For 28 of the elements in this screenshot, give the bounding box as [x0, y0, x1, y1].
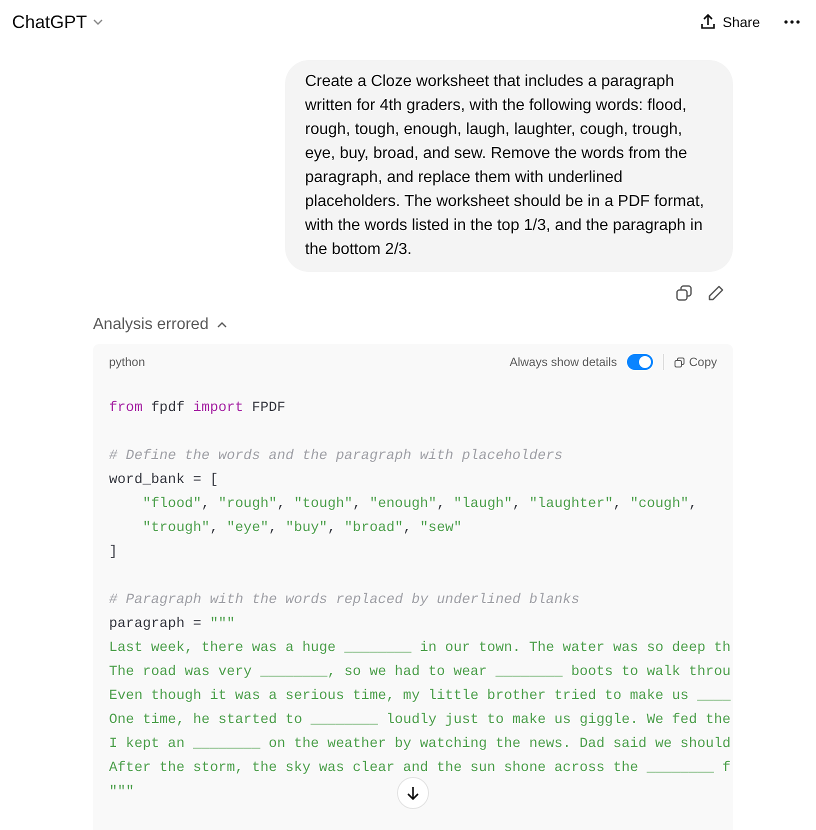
code-line: The road was very ________, so we had to wear ________ boots to walk throu	[109, 663, 731, 682]
pencil-icon[interactable]	[707, 284, 725, 302]
language-label: python	[109, 355, 146, 369]
copy-icon[interactable]	[675, 284, 693, 302]
analysis-toggle[interactable]: Analysis errored	[93, 316, 229, 334]
code-line: "trough", "eye", "buy", "broad", "sew"	[142, 519, 462, 538]
code-line: # Paragraph with the words replaced by underlined blanks	[109, 591, 580, 610]
code-line: from fpdf import FPDF	[109, 399, 286, 418]
arrow-down-icon	[405, 785, 421, 801]
toggle-label: Always show details	[510, 355, 617, 369]
code-line: I kept an ________ on the weather by watching the news. Dad said we should	[109, 735, 731, 754]
code-line: Last week, there was a huge ________ in our town. The water was so deep th	[109, 639, 731, 658]
code-line: """	[109, 783, 134, 802]
code-line: Even though it was a serious time, my little brother tried to make us ____	[109, 687, 731, 706]
code-line: ]	[109, 543, 118, 562]
share-button[interactable]: Share	[692, 7, 766, 37]
code-line: After the storm, the sky was clear and the sun shone across the ________ f	[109, 759, 731, 778]
code-line: One time, he started to ________ loudly just to make us giggle. We fed the	[109, 711, 731, 730]
copy-button[interactable]: Copy	[674, 355, 717, 369]
details-switch[interactable]	[626, 354, 653, 370]
code-line: # Define the words and the paragraph with placeholders	[109, 447, 563, 466]
user-message: Create a Cloze worksheet that includes a paragraph written for 4th graders, with the following words: flood, rough, tough, enough, laugh, laughter, cough, trough, eye, buy, broad, and sew. Remove the words from the paragraph, and replace them with underlined placeholders. The worksheet should be in a PDF format, with the words listed in the top 1/3, and the paragraph in the bottom 2/3.	[285, 60, 733, 272]
model-selector[interactable]: ChatGPT	[12, 12, 106, 32]
code-line: paragraph = """	[109, 615, 236, 634]
copy-icon	[674, 356, 685, 368]
code-line: "flood", "rough", "tough", "enough", "laugh", "laughter", "cough",	[142, 495, 698, 514]
code-line: word_bank = [	[109, 471, 218, 490]
upload-icon	[698, 13, 717, 31]
